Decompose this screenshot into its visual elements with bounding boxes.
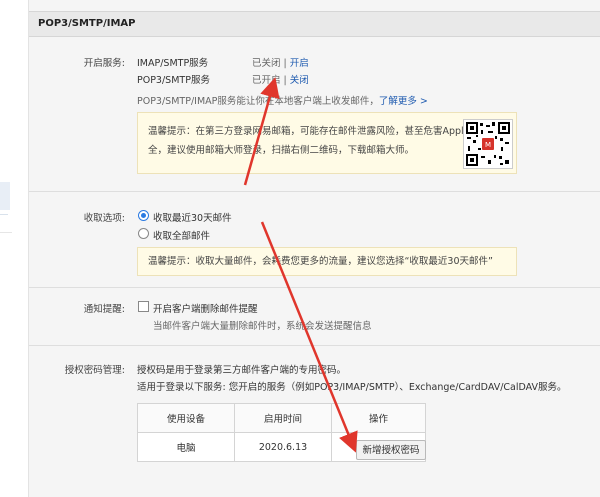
section-title: POP3/SMTP/IMAP <box>38 18 136 29</box>
receive-tip-box: 温馨提示：收取大量邮件，会耗费您更多的流量，建议您选择“收取最近30天邮件” <box>137 247 517 276</box>
service-description-text: POP3/SMTP/IMAP服务能让你在本地客户端上收发邮件， <box>137 96 379 107</box>
imap-service-status-row: 已关闭 | 开启 <box>252 55 309 69</box>
column-header-device: 使用设备 <box>137 403 235 433</box>
section-header: POP3/SMTP/IMAP <box>29 11 600 37</box>
auth-label: 授权密码管理: <box>64 365 125 376</box>
qr-code-icon: M <box>463 119 513 169</box>
imap-enable-link[interactable]: 开启 <box>290 58 309 69</box>
learn-more-link[interactable]: 了解更多 > <box>379 96 428 107</box>
notify-label: 通知提醒: <box>83 304 125 315</box>
time-cell: 2020.6.13 <box>234 432 332 462</box>
security-tip-box: 温馨提示：在第三方登录网易邮箱，可能存在邮件泄露风险，甚至危害Apple ID安… <box>137 112 517 174</box>
pop3-status: 已开启 <box>252 75 281 86</box>
separator: | <box>283 58 287 69</box>
receive-tip-text: 温馨提示：收取大量邮件，会耗费您更多的流量，建议您选择“收取最近30天邮件” <box>148 256 493 267</box>
separator: | <box>283 75 287 86</box>
left-sidebar-edge <box>0 0 20 497</box>
imap-service-name: IMAP/SMTP服务 <box>137 58 209 69</box>
imap-status: 已关闭 <box>252 58 281 69</box>
delete-reminder-note: 当邮件客户端大量删除邮件时，系统会发送提醒信息 <box>153 321 372 332</box>
section-divider <box>29 345 600 346</box>
table-header-row: 使用设备 启用时间 操作 <box>137 403 426 433</box>
delete-reminder-label[interactable]: 开启客户端删除邮件提醒 <box>153 301 258 315</box>
pop3-service-name: POP3/SMTP服务 <box>137 75 210 86</box>
radio-all-mail[interactable] <box>138 228 149 239</box>
sidebar-divider <box>0 232 12 233</box>
pop3-service-status-row: 已开启 | 关闭 <box>252 72 309 86</box>
auth-description-line2: 适用于登录以下服务: 您开启的服务（例如POP3/IMAP/SMTP）、Exch… <box>137 382 567 393</box>
column-header-action: 操作 <box>331 403 426 433</box>
add-auth-code-button[interactable]: 新增授权密码 <box>356 440 426 460</box>
receive-label: 收取选项: <box>83 213 125 224</box>
auth-description-line1: 授权码是用于登录第三方邮件客户端的专用密码。 <box>137 365 347 376</box>
service-description: POP3/SMTP/IMAP服务能让你在本地客户端上收发邮件，了解更多 > <box>137 93 428 107</box>
sidebar-active-item <box>0 182 10 210</box>
radio-recent-30-days-label[interactable]: 收取最近30天邮件 <box>153 210 232 224</box>
sidebar-divider <box>0 214 8 215</box>
settings-panel: POP3/SMTP/IMAP 开启服务: IMAP/SMTP服务 已关闭 | 开… <box>28 0 600 497</box>
section-divider <box>29 191 600 192</box>
security-tip-line2: 全，建议使用邮箱大师登录，扫描右侧二维码，下载邮箱大师。 <box>148 145 415 156</box>
section-divider <box>29 287 600 288</box>
radio-recent-30-days[interactable] <box>138 210 149 221</box>
device-cell: 电脑 <box>137 432 235 462</box>
column-header-time: 启用时间 <box>234 403 332 433</box>
security-tip-line1: 温馨提示：在第三方登录网易邮箱，可能存在邮件泄露风险，甚至危害Apple ID安 <box>148 126 493 137</box>
pop3-disable-link[interactable]: 关闭 <box>290 75 309 86</box>
svg-text:M: M <box>485 141 491 149</box>
radio-all-mail-label[interactable]: 收取全部邮件 <box>153 228 210 242</box>
delete-reminder-checkbox[interactable] <box>138 301 149 312</box>
service-label: 开启服务: <box>83 58 125 69</box>
